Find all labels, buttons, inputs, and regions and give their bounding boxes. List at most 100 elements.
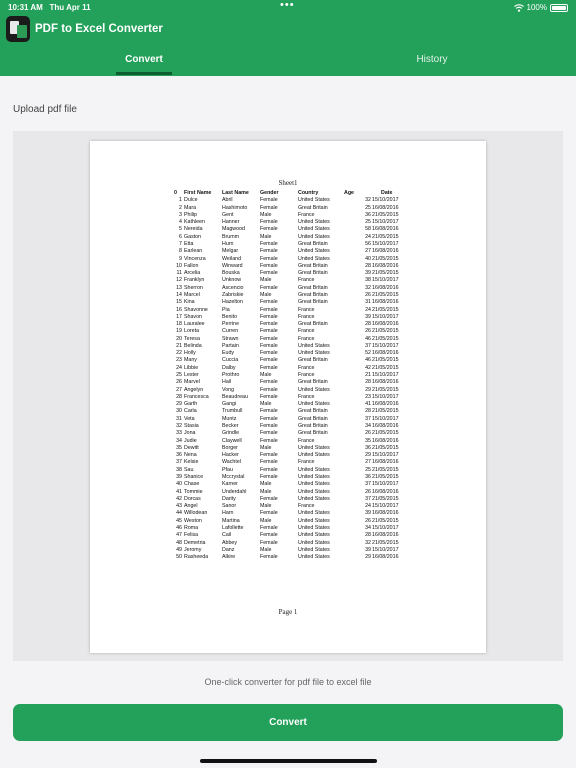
table-cell: Great Britain — [298, 291, 328, 298]
table-cell: 16/08/2016 — [372, 248, 399, 255]
table-cell: Great Britain — [298, 270, 328, 277]
table-cell: Unknow — [222, 277, 242, 284]
table-cell: Male — [260, 488, 272, 495]
status-clock: 10:31 AM — [8, 3, 43, 12]
table-cell: Muntz — [222, 415, 237, 422]
table-cell: Female — [260, 335, 278, 342]
table-cell: 21/05/2015 — [372, 233, 399, 240]
tab-convert[interactable]: Convert — [44, 54, 244, 65]
table-row: 48 Demetria Abbey Female United States 32 21/0… — [174, 540, 412, 547]
table-cell: 39 — [365, 546, 371, 553]
table-cell: Curren — [222, 328, 239, 335]
table-cell: Female — [260, 240, 278, 247]
table-cell: 32 — [365, 284, 371, 291]
table-cell: Angelyn — [184, 386, 204, 393]
table-cell: Male — [260, 233, 272, 240]
table-cell: Darity — [222, 495, 236, 502]
table-row: 34 Judie Claywell Female France 35 16/08/2016 — [174, 438, 412, 445]
table-cell: Female — [260, 554, 278, 561]
table-cell: Lafollette — [222, 524, 244, 531]
table-cell: 16 — [176, 306, 182, 313]
table-cell: Eudy — [222, 350, 235, 357]
table-cell: United States — [298, 197, 330, 204]
table-cell: 16/08/2016 — [372, 226, 399, 233]
table-cell: 15/10/2017 — [372, 452, 399, 459]
table-cell: 26 — [365, 488, 371, 495]
table-cell: 15 — [176, 299, 182, 306]
tagline: One-click converter for pdf file to exce… — [204, 677, 372, 687]
table-row: 46 Roma Lafollette Female United States 34 15/… — [174, 525, 412, 532]
table-cell: Underdahl — [222, 488, 247, 495]
table-cell: 15/10/2017 — [372, 342, 399, 349]
table-cell: 39 — [176, 473, 182, 480]
table-cell: 38 — [365, 277, 371, 284]
table-cell: Female — [260, 197, 278, 204]
table-cell: United States — [298, 401, 330, 408]
table-cell: United States — [298, 481, 330, 488]
table-cell: 58 — [365, 226, 371, 233]
table-row: 14 Marcel Zabriskie Male Great Britain 26 21/0… — [174, 292, 412, 299]
table-cell: Roma — [184, 524, 199, 531]
table-cell: 21/05/2015 — [372, 211, 399, 218]
table-cell: Female — [260, 379, 278, 386]
table-row: 30 Carla Trumbull Female Great Britain 28 21/0… — [174, 408, 412, 415]
table-cell: Shavonne — [184, 306, 208, 313]
table-row: 37 Kelsie Wachtel Female France 27 16/08/2016 — [174, 459, 412, 466]
table-body: 1 Dulce Abril Female United States 32 15/10/20… — [174, 197, 412, 561]
table-cell: Trumbull — [222, 408, 243, 415]
table-cell: Wachtel — [222, 459, 241, 466]
table-cell: 27 — [176, 386, 182, 393]
table-row: 16 Shavonne Pia Female France 24 21/05/2015 — [174, 307, 412, 314]
table-cell: Philip — [184, 211, 197, 218]
table-cell: Beaudreau — [222, 393, 248, 400]
table-row: 15 Kina Hazelton Female Great Britain 31 16/08… — [174, 299, 412, 306]
table-cell: Male — [260, 503, 272, 510]
table-cell: Female — [260, 226, 278, 233]
table-cell: Veta — [184, 415, 195, 422]
table-cell: 21/05/2015 — [372, 270, 399, 277]
table-cell: Great Britain — [298, 408, 328, 415]
table-cell: 19 — [176, 328, 182, 335]
table-cell: Felisa — [184, 532, 199, 539]
convert-button[interactable]: Convert — [13, 704, 563, 741]
table-cell: 9 — [179, 255, 182, 262]
table-cell: 21/05/2015 — [372, 495, 399, 502]
table-cell: Female — [260, 350, 278, 357]
table-cell: United States — [298, 386, 330, 393]
table-cell: France — [298, 313, 315, 320]
table-cell: Gent — [222, 211, 234, 218]
table-cell: 16/08/2016 — [372, 510, 399, 517]
multitasking-dots-icon[interactable]: ••• — [280, 0, 295, 11]
table-row: 3 Philip Gent Male France 36 21/05/2015 — [174, 212, 412, 219]
pdf-data-table: 0 First Name Last Name Gender Country Age Date… — [174, 190, 412, 561]
tab-history[interactable]: History — [332, 54, 532, 65]
pdf-preview-area[interactable]: Sheet1 0 First Name Last Name Gender Country… — [13, 131, 563, 661]
table-cell: Female — [260, 524, 278, 531]
table-cell: Female — [260, 219, 278, 226]
table-row: 7 Etta Hurn Female Great Britain 56 15/10/2017 — [174, 241, 412, 248]
table-cell: United States — [298, 466, 330, 473]
table-cell: Magwood — [222, 226, 245, 233]
table-cell: 36 — [365, 473, 371, 480]
table-cell: Mccrystal — [222, 473, 245, 480]
table-cell: Male — [260, 444, 272, 451]
table-cell: Female — [260, 466, 278, 473]
table-cell: Shanice — [184, 473, 204, 480]
table-cell: Garth — [184, 401, 198, 408]
table-cell: 24 — [365, 503, 371, 510]
table-cell: 3 — [179, 211, 182, 218]
table-cell: Great Britain — [298, 240, 328, 247]
table-cell: 21/05/2015 — [372, 328, 399, 335]
table-cell: 41 — [176, 488, 182, 495]
table-cell: Hanner — [222, 219, 240, 226]
table-row: 22 Holly Eudy Female United States 52 16/08/20… — [174, 350, 412, 357]
table-row: 33 Jona Grindle Female Great Britain 26 21/05/… — [174, 430, 412, 437]
table-cell: Brumm — [222, 233, 240, 240]
table-cell: France — [298, 277, 315, 284]
table-cell: Female — [260, 393, 278, 400]
table-cell: Female — [260, 284, 278, 291]
table-cell: Chase — [184, 481, 200, 488]
table-cell: Danz — [222, 546, 235, 553]
table-cell: 39 — [365, 270, 371, 277]
table-cell: Gangi — [222, 401, 237, 408]
